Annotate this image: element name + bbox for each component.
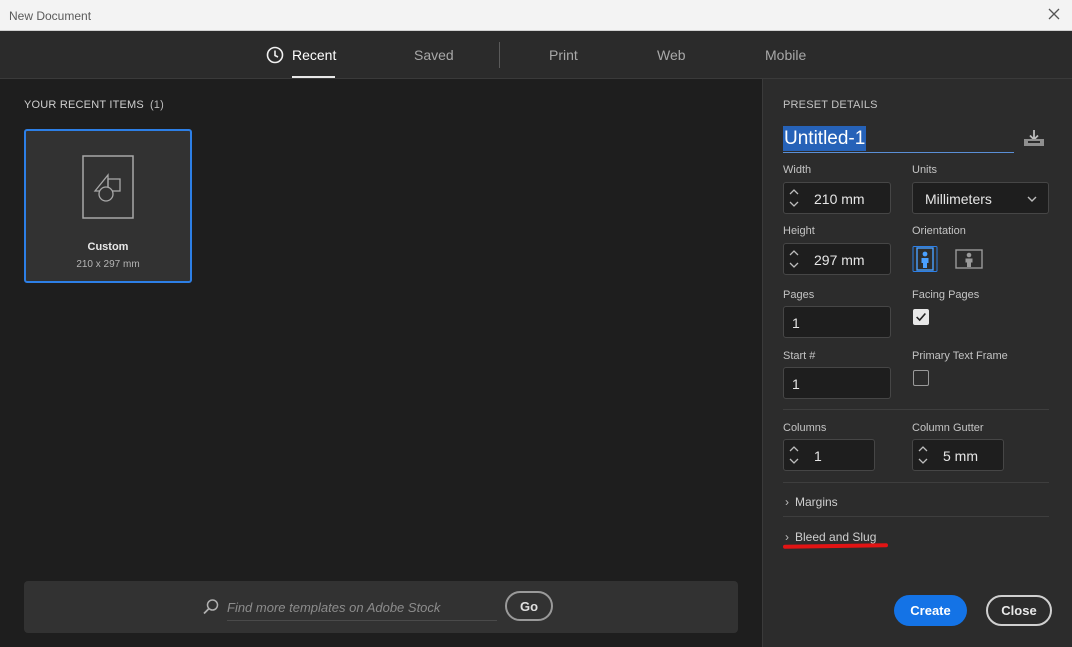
recent-item-name: Custom	[87, 241, 129, 253]
column-gutter-label: Column Gutter	[912, 422, 984, 434]
recent-items-count: (1)	[149, 99, 164, 111]
recent-items-pane: YOUR RECENT ITEMS (1) Custom 210 x 297 mm…	[0, 79, 762, 647]
divider	[783, 409, 1049, 410]
tab-web[interactable]: Web	[657, 47, 686, 63]
start-field[interactable]: 1	[783, 367, 891, 399]
width-value: 210 mm	[814, 191, 865, 207]
portrait-orientation-icon[interactable]	[912, 246, 938, 272]
start-value: 1	[792, 376, 800, 392]
recent-item-custom[interactable]: Custom 210 x 297 mm	[24, 129, 192, 283]
primary-text-frame-checkbox[interactable]	[913, 370, 929, 386]
column-gutter-field[interactable]: 5 mm	[912, 439, 1004, 471]
tab-print[interactable]: Print	[549, 47, 578, 63]
active-tab-indicator	[292, 76, 335, 78]
column-gutter-value: 5 mm	[943, 448, 978, 464]
columns-field[interactable]: 1	[783, 439, 875, 471]
close-button[interactable]: Close	[986, 595, 1052, 626]
stepper-icon[interactable]	[787, 443, 801, 467]
tab-mobile[interactable]: Mobile	[765, 47, 806, 63]
start-label: Start #	[783, 350, 816, 362]
width-label: Width	[783, 164, 812, 176]
units-dropdown[interactable]: Millimeters	[912, 182, 1049, 214]
divider	[783, 482, 1049, 483]
go-button[interactable]: Go	[505, 591, 553, 621]
height-field[interactable]: 297 mm	[783, 243, 891, 275]
stepper-icon[interactable]	[787, 186, 801, 210]
search-icon	[203, 599, 219, 615]
chevron-down-icon	[1027, 196, 1037, 202]
columns-label: Columns	[783, 422, 827, 434]
bleed-and-slug-expander[interactable]: › Bleed and Slug	[785, 530, 876, 544]
tab-recent[interactable]: Recent	[292, 47, 336, 63]
checkmark-icon	[916, 312, 926, 322]
recent-item-size: 210 x 297 mm	[76, 259, 140, 270]
document-name-value: Untitled-1	[783, 126, 867, 151]
height-value: 297 mm	[814, 252, 865, 268]
pages-value: 1	[792, 315, 800, 331]
window-title: New Document	[9, 9, 92, 23]
stock-search-bar: Go	[24, 581, 738, 633]
margins-expander[interactable]: › Margins	[785, 495, 838, 509]
stepper-icon[interactable]	[787, 247, 801, 271]
document-preset-icon	[82, 155, 134, 219]
title-bar: New Document	[0, 0, 1072, 31]
facing-pages-label: Facing Pages	[912, 289, 980, 301]
divider	[783, 516, 1049, 517]
chevron-right-icon: ›	[785, 495, 789, 509]
stepper-icon[interactable]	[916, 443, 930, 467]
primary-text-frame-label: Primary Text Frame	[912, 350, 1008, 362]
clock-icon	[266, 46, 284, 64]
pages-label: Pages	[783, 289, 815, 301]
landscape-orientation-icon[interactable]	[954, 246, 984, 272]
tab-bar: Recent Saved Print Web Mobile	[0, 31, 1072, 79]
units-value: Millimeters	[925, 191, 992, 207]
recent-items-title: YOUR RECENT ITEMS	[24, 99, 144, 111]
preset-details-pane: PRESET DETAILS Untitled-1 Width 210 mm U…	[762, 79, 1072, 647]
orientation-label: Orientation	[912, 225, 966, 237]
chevron-right-icon: ›	[785, 530, 789, 544]
columns-value: 1	[814, 448, 822, 464]
stock-search-input[interactable]	[227, 595, 497, 621]
create-button[interactable]: Create	[894, 595, 967, 626]
bleed-and-slug-label: Bleed and Slug	[795, 530, 877, 544]
width-field[interactable]: 210 mm	[783, 182, 891, 214]
document-name-field[interactable]: Untitled-1	[783, 125, 1014, 153]
margins-label: Margins	[795, 495, 838, 509]
tab-separator	[499, 42, 500, 68]
facing-pages-checkbox[interactable]	[913, 309, 929, 325]
tab-saved[interactable]: Saved	[414, 47, 454, 63]
close-icon[interactable]	[1046, 6, 1062, 22]
annotation-underline	[782, 543, 889, 549]
recent-items-heading: YOUR RECENT ITEMS (1)	[24, 99, 164, 111]
preset-details-heading: PRESET DETAILS	[783, 99, 878, 111]
pages-field[interactable]: 1	[783, 306, 891, 338]
save-preset-icon[interactable]	[1023, 129, 1045, 147]
height-label: Height	[783, 225, 815, 237]
units-label: Units	[912, 164, 938, 176]
